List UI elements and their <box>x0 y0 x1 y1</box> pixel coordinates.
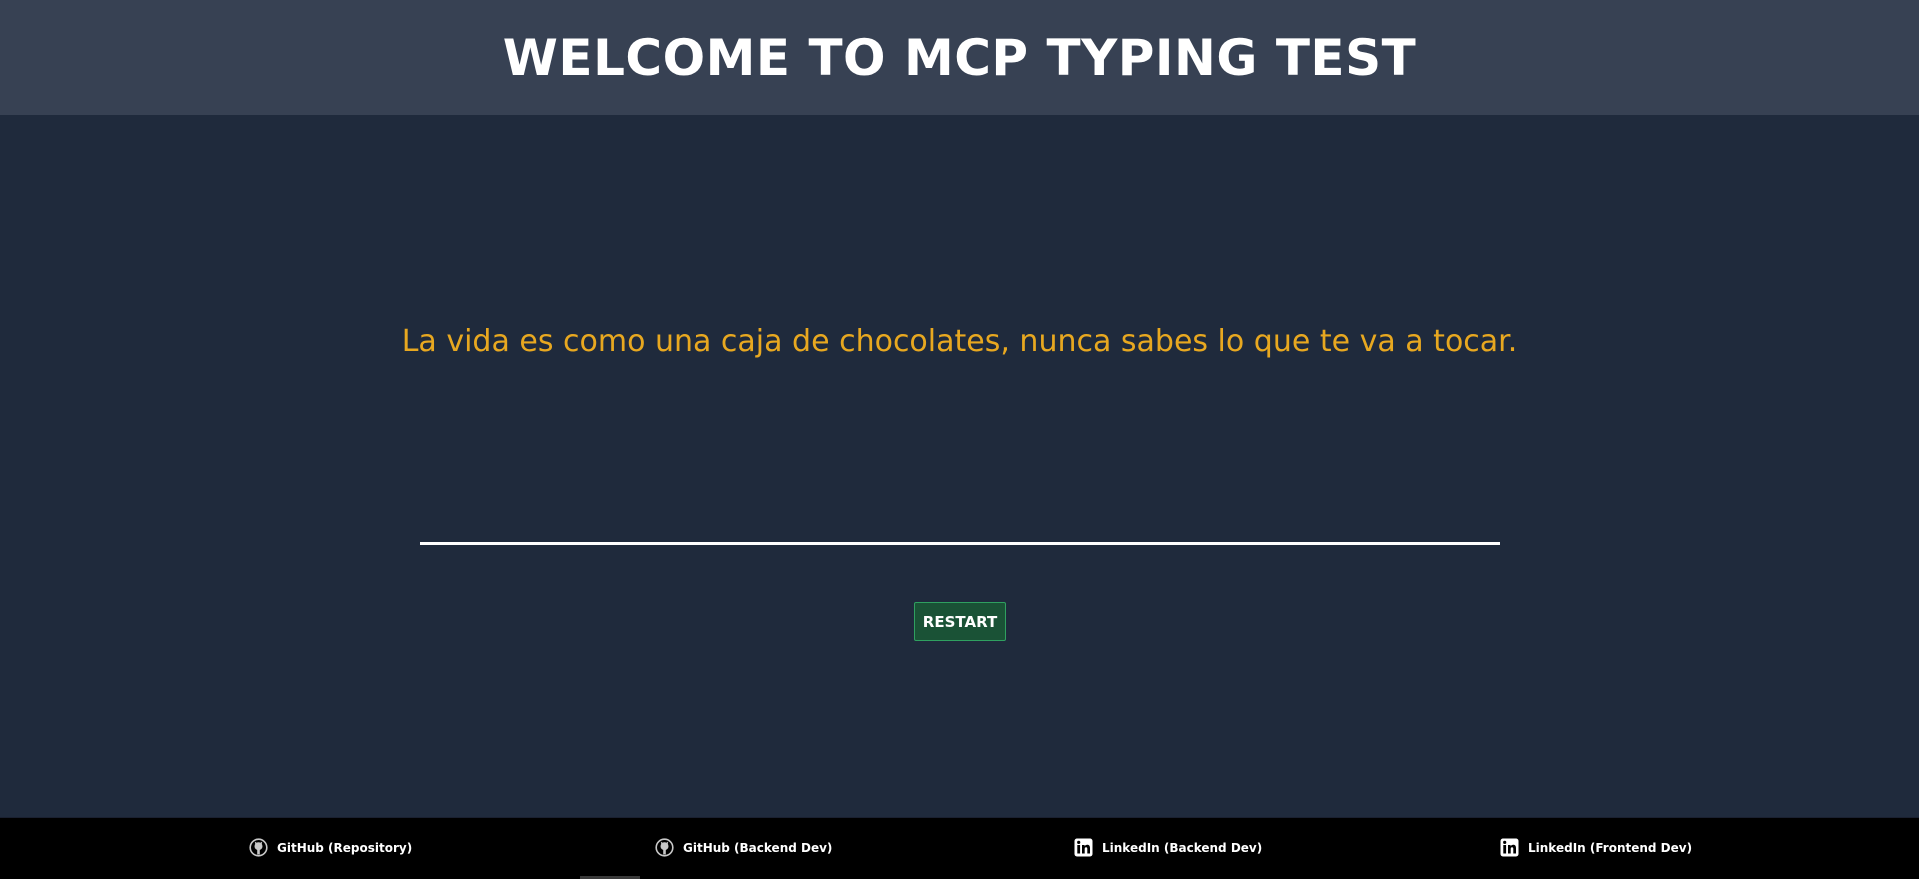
page-header: WELCOME TO MCP TYPING TEST <box>0 0 1919 115</box>
restart-button[interactable]: RESTART <box>914 602 1006 641</box>
footer-link-label: GitHub (Backend Dev) <box>683 840 833 855</box>
linkedin-backend-dev-link[interactable]: LinkedIn (Backend Dev) <box>1074 838 1262 857</box>
footer: GitHub (Repository) GitHub (Backend Dev)… <box>0 817 1919 879</box>
github-repository-link[interactable]: GitHub (Repository) <box>249 838 412 857</box>
target-phrase: La vida es como una caja de chocolates, … <box>401 324 1518 359</box>
github-backend-dev-link[interactable]: GitHub (Backend Dev) <box>655 838 832 857</box>
footer-link-label: LinkedIn (Backend Dev) <box>1102 840 1263 855</box>
page-title: WELCOME TO MCP TYPING TEST <box>502 28 1417 87</box>
footer-link-label: LinkedIn (Frontend Dev) <box>1528 840 1693 855</box>
footer-link-label: GitHub (Repository) <box>277 840 413 855</box>
github-icon <box>655 838 674 857</box>
linkedin-icon <box>1074 838 1093 857</box>
typing-area: La vida es como una caja de chocolates, … <box>0 115 1919 817</box>
linkedin-icon <box>1500 838 1519 857</box>
github-icon <box>249 838 268 857</box>
typing-input[interactable] <box>420 515 1500 545</box>
linkedin-frontend-dev-link[interactable]: LinkedIn (Frontend Dev) <box>1500 838 1692 857</box>
